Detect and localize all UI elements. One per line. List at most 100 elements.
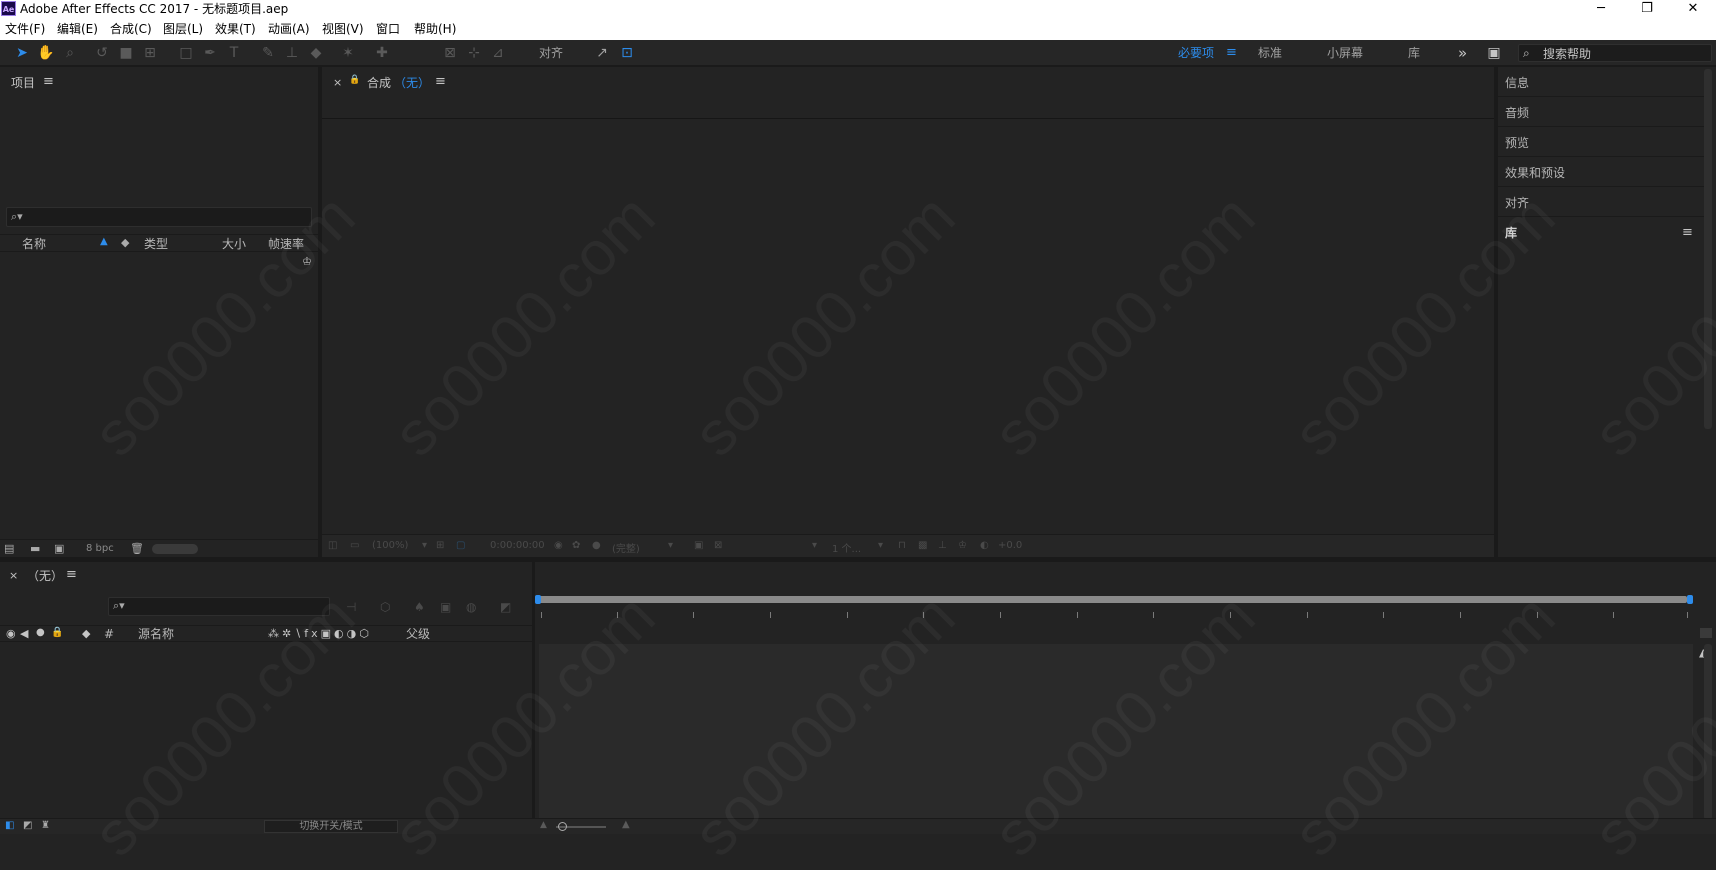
info-panel-tab[interactable]: 信息 (1505, 76, 1705, 90)
menu-window[interactable]: 窗口 (376, 21, 400, 37)
lock-icon[interactable]: 🔒 (349, 75, 360, 85)
current-time[interactable]: 0:00:00:00 (490, 540, 545, 551)
menu-file[interactable]: 文件(F) (5, 21, 45, 37)
view-layout-label[interactable]: 1 个... (832, 540, 861, 555)
workspace-small-screen[interactable]: 小屏幕 (1327, 46, 1363, 60)
clone-stamp-tool-icon[interactable]: ⊥ (282, 44, 302, 62)
search-help-field[interactable]: ⌕ 搜索帮助 (1518, 44, 1712, 62)
menu-animation[interactable]: 动画(A) (268, 21, 310, 37)
color-depth-label[interactable]: 8 bpc (86, 543, 114, 554)
timeline-title[interactable]: （无） (27, 569, 63, 583)
zoom-in-icon[interactable]: ▲ (622, 819, 630, 830)
eraser-tool-icon[interactable]: ◆ (306, 44, 326, 62)
stretch-icon[interactable]: ♜ (41, 820, 50, 831)
local-axis-icon[interactable]: ⊠ (440, 44, 460, 62)
show-snapshot-icon[interactable]: ✿ (572, 540, 580, 551)
workspace-menu-icon[interactable]: ≡ (1226, 46, 1237, 60)
preview-panel-tab[interactable]: 预览 (1505, 136, 1705, 150)
library-menu-icon[interactable]: ≡ (1682, 226, 1693, 240)
toggle-mask-icon[interactable]: ▢ (456, 540, 465, 551)
column-type[interactable]: 类型 (144, 236, 168, 252)
project-menu-icon[interactable]: ≡ (43, 75, 54, 89)
transfer-controls-icon[interactable]: ◩ (23, 820, 32, 831)
layer-switches-toggle-icon[interactable]: ◧ (5, 820, 14, 831)
timeline-icon[interactable]: ⊥ (938, 540, 947, 551)
zoom-out-icon[interactable]: ▲ (540, 820, 547, 830)
align-panel-tab[interactable]: 对齐 (1505, 196, 1705, 210)
workspace-standard[interactable]: 标准 (1258, 46, 1282, 60)
draft-3d-icon[interactable]: ⬡ (380, 600, 390, 614)
time-ruler[interactable] (535, 588, 1693, 624)
close-window-button[interactable]: ✕ (1670, 0, 1716, 19)
new-composition-icon[interactable]: ▣ (54, 542, 64, 555)
camera-tool-icon[interactable]: ■ (116, 44, 136, 62)
more-workspaces-icon[interactable]: » (1458, 46, 1467, 61)
selection-tool-icon[interactable]: ➤ (12, 44, 32, 62)
timeline-track-area[interactable] (539, 644, 1693, 820)
color-channel-icon[interactable]: ● (592, 540, 601, 551)
menu-layer[interactable]: 图层(L) (163, 21, 203, 37)
menu-effect[interactable]: 效果(T) (215, 21, 256, 37)
close-timeline-icon[interactable]: × (9, 569, 18, 582)
shy-layers-icon[interactable]: ♠ (414, 600, 425, 614)
brush-tool-icon[interactable]: ✎ (258, 44, 278, 62)
interpret-footage-icon[interactable]: ▤ (4, 542, 14, 555)
zoom-tool-icon[interactable]: ⌕ (60, 44, 80, 62)
snap-icon[interactable]: ↗ (592, 44, 612, 62)
flowchart-icon[interactable]: ♔ (302, 255, 312, 268)
menu-composition[interactable]: 合成(C) (110, 21, 152, 37)
comp-mini-flowchart-icon[interactable]: ⊣ (346, 600, 356, 614)
work-area-end-handle[interactable] (1687, 595, 1693, 604)
pan-behind-tool-icon[interactable]: ⊞ (140, 44, 160, 62)
project-search-input[interactable]: ⌕▾ (6, 207, 312, 227)
work-area-bar[interactable] (537, 596, 1687, 603)
rotate-tool-icon[interactable]: ↺ (92, 44, 112, 62)
timeline-menu-icon[interactable]: ≡ (66, 568, 77, 582)
transparency-grid-icon[interactable]: ⊠ (714, 540, 722, 551)
timeline-search-input[interactable]: ⌕▾ (108, 597, 330, 616)
grid-guide-icon[interactable]: ⊞ (436, 540, 444, 551)
world-axis-icon[interactable]: ⊹ (464, 44, 484, 62)
hand-tool-icon[interactable]: ✋ (36, 44, 56, 62)
column-source-name[interactable]: 源名称 (138, 626, 174, 642)
timeline-zoom-handle[interactable] (1700, 628, 1712, 638)
menu-help[interactable]: 帮助(H) (414, 21, 456, 37)
reset-exposure-icon[interactable]: ◐ (980, 540, 989, 551)
label-tag-icon[interactable]: ◆ (82, 627, 90, 640)
zoom-level[interactable]: (100%) (372, 540, 408, 551)
composition-name[interactable]: （无） (394, 76, 430, 90)
toggle-switches-modes-button[interactable]: 切换开关/模式 (264, 820, 398, 833)
workspace-essentials[interactable]: 必要项 (1178, 46, 1214, 60)
menu-view[interactable]: 视图(V) (322, 21, 364, 37)
chevron-down-icon[interactable]: ▾ (422, 540, 427, 551)
rectangle-tool-icon[interactable]: □ (176, 44, 196, 62)
audio-icon[interactable]: ◀ (20, 627, 28, 640)
fast-preview-icon[interactable]: ▩ (918, 540, 927, 551)
work-area-start-handle[interactable] (535, 595, 541, 604)
zoom-slider-thumb[interactable] (558, 822, 567, 831)
menu-edit[interactable]: 编辑(E) (57, 21, 98, 37)
puppet-pin-tool-icon[interactable]: ✚ (372, 44, 392, 62)
close-composition-icon[interactable]: × (333, 76, 342, 89)
new-folder-icon[interactable]: ▬ (30, 542, 40, 555)
layer-switches-icon[interactable]: ⁂✲∖fx▣◐◑⬡ (268, 627, 372, 640)
always-preview-icon[interactable]: ◫ (328, 540, 337, 551)
restore-button[interactable]: ❐ (1624, 0, 1670, 19)
chevron-down-icon[interactable]: ▾ (812, 540, 817, 551)
sort-ascending-icon[interactable]: ▲ (100, 236, 108, 247)
graph-editor-icon[interactable]: ◩ (500, 600, 511, 614)
minimize-button[interactable]: ─ (1578, 0, 1624, 19)
project-panel-title[interactable]: 项目 (11, 76, 35, 90)
composition-menu-icon[interactable]: ≡ (435, 75, 446, 89)
timeline-scrollbar[interactable] (1704, 644, 1712, 820)
vr-view-icon[interactable]: ▭ (350, 540, 359, 551)
thumbnail-slider[interactable] (152, 544, 198, 554)
toggle-pixel-icon[interactable]: ⊓ (898, 540, 906, 551)
snap-feature-icon[interactable]: ⊡ (617, 44, 637, 62)
resolution-label[interactable]: (完整) (612, 540, 640, 555)
exposure-value[interactable]: +0.0 (998, 540, 1022, 551)
motion-blur-icon[interactable]: ◍ (466, 600, 476, 614)
workspace-settings-icon[interactable]: ▣ (1484, 44, 1504, 62)
eye-icon[interactable]: ◉ (6, 627, 16, 640)
solo-icon[interactable]: ● (36, 627, 45, 638)
